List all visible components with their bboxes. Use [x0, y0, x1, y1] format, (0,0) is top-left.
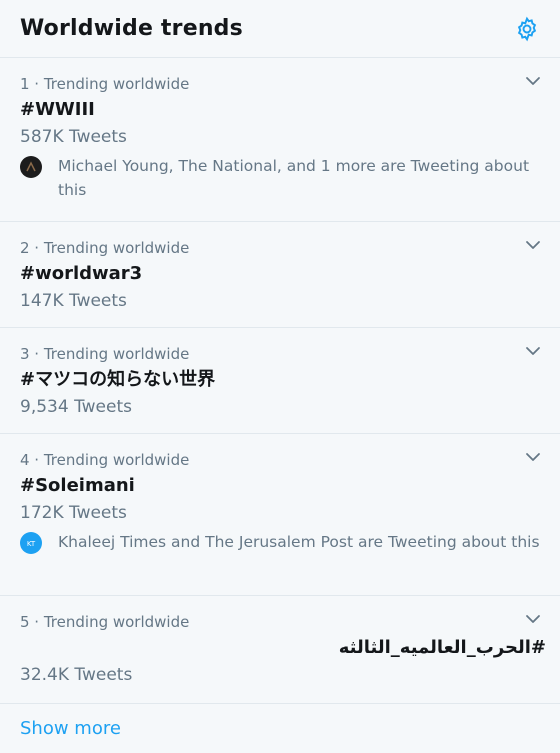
trend-meta: 2 · Trending worldwide — [20, 239, 190, 257]
trend-item[interactable]: 1 · Trending worldwide #WWIII 587K Tweet… — [0, 58, 560, 222]
avatar: KT — [20, 532, 42, 554]
context-text: Michael Young, The National, and 1 more … — [58, 157, 530, 199]
show-more-link[interactable]: Show more — [0, 704, 560, 753]
trend-item[interactable]: 2 · Trending worldwide #worldwar3 147K T… — [0, 222, 560, 328]
trend-name[interactable]: #マツコの知らない世界 — [20, 368, 540, 392]
trend-meta: 1 · Trending worldwide — [20, 75, 190, 93]
chevron-down-icon[interactable] — [522, 446, 544, 468]
trend-item[interactable]: 4 · Trending worldwide #Soleimani 172K T… — [0, 434, 560, 596]
tweet-count: 147K Tweets — [20, 291, 127, 311]
svg-text:KT: KT — [27, 540, 36, 548]
trend-name[interactable]: #Soleimani — [20, 474, 540, 498]
gear-icon[interactable] — [510, 12, 544, 46]
trend-meta: 3 · Trending worldwide — [20, 345, 190, 363]
chevron-down-icon[interactable] — [522, 234, 544, 256]
trend-meta: 5 · Trending worldwide — [20, 613, 190, 631]
trend-name[interactable]: #الحرب_العالميه_الثالثه — [20, 636, 546, 660]
chevron-down-icon[interactable] — [522, 70, 544, 92]
avatar — [20, 156, 42, 178]
tweet-count: 587K Tweets — [20, 127, 127, 147]
trends-panel: Worldwide trends 1 · Trending worldwide … — [0, 0, 560, 750]
trends-header: Worldwide trends — [0, 0, 560, 58]
tweet-count: 172K Tweets — [20, 503, 127, 523]
trend-context: Michael Young, The National, and 1 more … — [20, 154, 540, 202]
chevron-down-icon[interactable] — [522, 608, 544, 630]
trend-name[interactable]: #WWIII — [20, 98, 540, 122]
trend-item[interactable]: 3 · Trending worldwide #マツコの知らない世界 9,534… — [0, 328, 560, 434]
chevron-down-icon[interactable] — [522, 340, 544, 362]
tweet-count: 9,534 Tweets — [20, 397, 132, 417]
trend-meta: 4 · Trending worldwide — [20, 451, 190, 469]
trend-context: KT Khaleej Times and The Jerusalem Post … — [20, 530, 540, 554]
trend-item[interactable]: 5 · Trending worldwide #الحرب_العالميه_ا… — [0, 596, 560, 704]
context-text: Khaleej Times and The Jerusalem Post are… — [58, 533, 540, 551]
trend-name[interactable]: #worldwar3 — [20, 262, 540, 286]
tweet-count: 32.4K Tweets — [20, 665, 133, 685]
panel-title: Worldwide trends — [20, 16, 243, 41]
